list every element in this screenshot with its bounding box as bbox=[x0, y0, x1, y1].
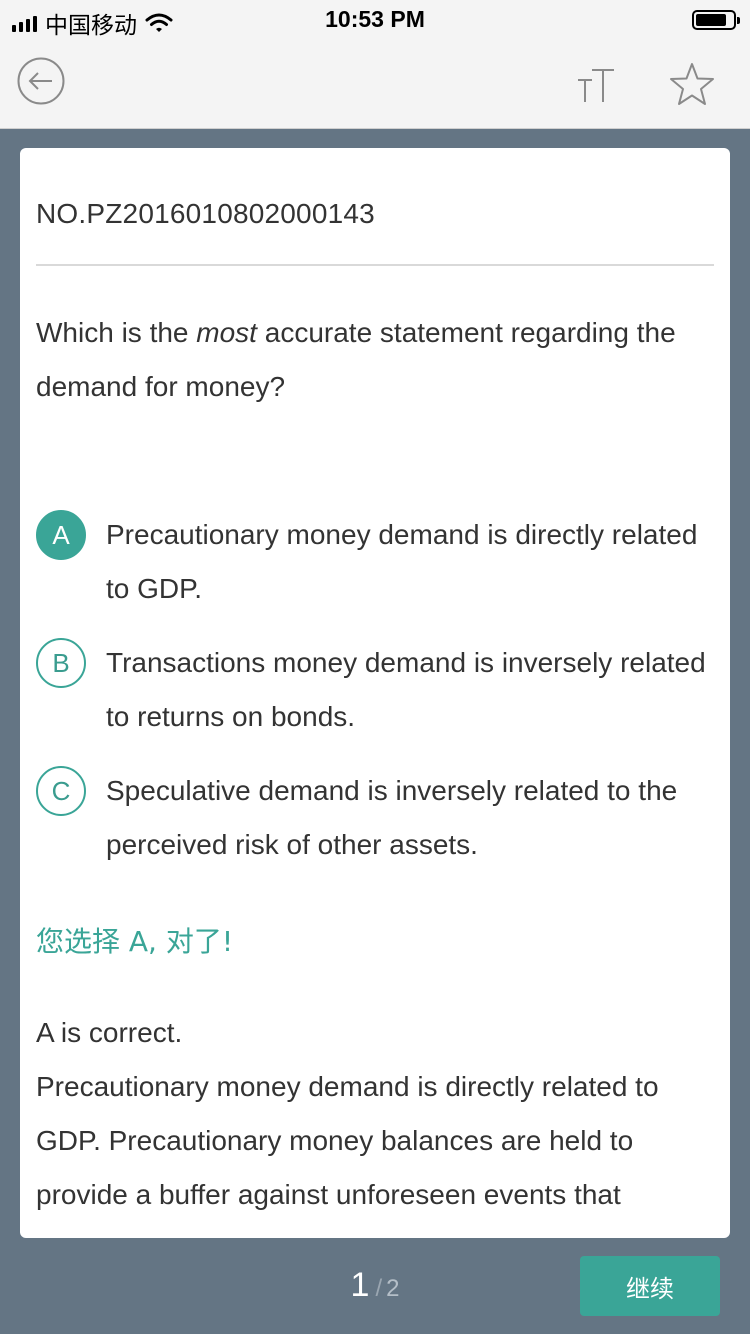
option-letter: A bbox=[36, 510, 86, 560]
text-size-icon bbox=[578, 69, 614, 102]
nav-bar bbox=[0, 40, 750, 129]
back-button[interactable] bbox=[16, 56, 66, 106]
font-size-button[interactable] bbox=[572, 62, 622, 108]
favorite-button[interactable] bbox=[666, 60, 718, 110]
star-outline-icon bbox=[670, 63, 714, 105]
question-text-part: Which is the bbox=[36, 317, 197, 348]
option-text: Speculative demand is inversely related … bbox=[106, 775, 678, 860]
explanation-body: Precautionary money demand is directly r… bbox=[36, 1071, 659, 1210]
option-text: Precautionary money demand is directly r… bbox=[106, 519, 698, 604]
explanation-verdict: A is correct. bbox=[36, 1017, 183, 1048]
back-arrow-circle-icon bbox=[17, 57, 65, 105]
current-page: 1 bbox=[350, 1266, 370, 1304]
total-pages: 2 bbox=[386, 1275, 400, 1302]
status-bar: 中国移动 10:53 PM bbox=[0, 0, 750, 40]
question-card: NO.PZ2016010802000143 Which is the most … bbox=[20, 148, 730, 1238]
answer-result: 您选择 A, 对了! bbox=[36, 925, 234, 958]
question-text: Which is the most accurate statement reg… bbox=[36, 306, 726, 414]
question-number: NO.PZ2016010802000143 bbox=[36, 198, 375, 229]
page-separator: / bbox=[375, 1275, 383, 1302]
explanation: A is correct. Precautionary money demand… bbox=[36, 1006, 716, 1222]
question-emphasis: most bbox=[196, 317, 257, 348]
status-time: 10:53 PM bbox=[325, 6, 425, 32]
battery-icon bbox=[692, 10, 740, 30]
option-letter: B bbox=[36, 638, 86, 688]
divider bbox=[36, 264, 714, 266]
option-letter: C bbox=[36, 766, 86, 816]
continue-button[interactable]: 继续 bbox=[580, 1256, 720, 1316]
option-text: Transactions money demand is inversely r… bbox=[106, 647, 706, 732]
